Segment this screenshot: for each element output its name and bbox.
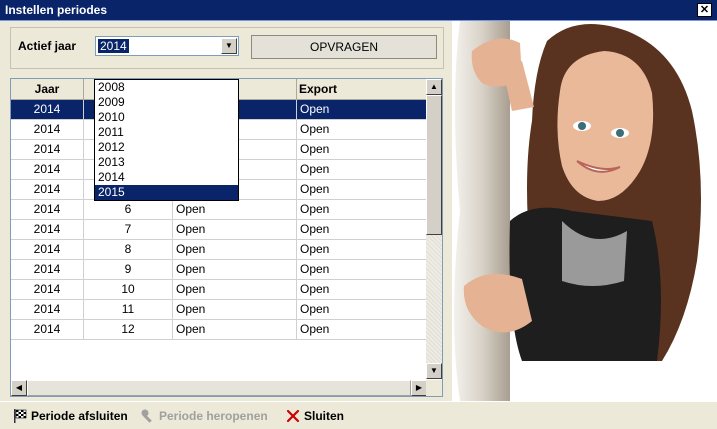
table-cell[interactable]: Open — [297, 320, 427, 340]
table-cell[interactable]: 12 — [84, 320, 173, 340]
table-cell[interactable]: Open — [173, 240, 297, 260]
arrow-left-icon: ◀ — [15, 383, 23, 392]
window-title: Instellen periodes — [5, 3, 108, 17]
table-cell[interactable]: Open — [173, 300, 297, 320]
table-cell[interactable]: 2014 — [11, 120, 84, 140]
window-client: Actief jaar 2014 ▼ OPVRAGEN Jaar Export 2… — [0, 21, 717, 401]
dropdown-option[interactable]: 2015 — [95, 185, 238, 200]
table-row[interactable]: 2014 9 Open Open — [11, 260, 427, 280]
woman-behind-wall-illustration — [452, 21, 717, 401]
vertical-scrollbar[interactable]: ▲ ▼ — [426, 79, 442, 379]
table-cell[interactable]: 2014 — [11, 300, 84, 320]
horizontal-scroll-thumb[interactable] — [27, 380, 411, 396]
table-row[interactable]: 2014 7 Open Open — [11, 220, 427, 240]
chevron-down-icon: ▼ — [225, 41, 233, 50]
table-row[interactable]: 2014 11 Open Open — [11, 300, 427, 320]
table-cell[interactable]: Open — [173, 220, 297, 240]
close-icon: ✕ — [699, 4, 710, 16]
table-cell[interactable]: Open — [297, 260, 427, 280]
table-cell[interactable]: Open — [297, 120, 427, 140]
active-year-label: Actief jaar — [18, 39, 77, 53]
arrow-up-icon: ▲ — [430, 82, 438, 91]
active-year-select[interactable]: 2014 ▼ — [95, 36, 239, 56]
horizontal-scrollbar[interactable]: ◀ ▶ — [11, 380, 427, 396]
table-cell[interactable]: 2014 — [11, 240, 84, 260]
vertical-scroll-thumb[interactable] — [426, 95, 442, 235]
close-label: Sluiten — [304, 409, 345, 423]
scroll-left-button[interactable]: ◀ — [11, 380, 27, 396]
active-year-value: 2014 — [98, 39, 129, 53]
dropdown-option[interactable]: 2012 — [95, 140, 238, 155]
scroll-up-button[interactable]: ▲ — [426, 79, 442, 95]
table-cell[interactable]: Open — [297, 160, 427, 180]
table-cell[interactable]: 2014 — [11, 200, 84, 220]
table-cell[interactable]: 2014 — [11, 100, 84, 120]
close-button[interactable]: Sluiten — [285, 408, 345, 424]
scrollbar-corner — [426, 380, 442, 396]
table-cell[interactable]: 2014 — [11, 220, 84, 240]
title-bar: Instellen periodes ✕ — [0, 0, 717, 21]
bottom-toolbar: Periode afsluiten Periode heropenen Slui… — [0, 401, 717, 429]
query-button[interactable]: OPVRAGEN — [251, 35, 437, 59]
table-cell[interactable]: 8 — [84, 240, 173, 260]
table-cell[interactable]: Open — [297, 100, 427, 120]
table-cell[interactable]: 7 — [84, 220, 173, 240]
table-cell[interactable]: 11 — [84, 300, 173, 320]
table-cell[interactable]: Open — [173, 260, 297, 280]
dropdown-option[interactable]: 2013 — [95, 155, 238, 170]
table-cell[interactable]: Open — [173, 320, 297, 340]
close-period-label: Periode afsluiten — [31, 409, 128, 423]
table-row[interactable]: 2014 6 Open Open — [11, 200, 427, 220]
table-cell[interactable]: Open — [297, 220, 427, 240]
column-header[interactable]: Jaar — [11, 79, 84, 100]
dropdown-option[interactable]: 2008 — [95, 80, 238, 95]
red-x-icon — [286, 409, 300, 423]
window-close-button[interactable]: ✕ — [697, 3, 712, 17]
scroll-down-button[interactable]: ▼ — [426, 363, 442, 379]
table-cell[interactable]: 10 — [84, 280, 173, 300]
left-pane: Actief jaar 2014 ▼ OPVRAGEN Jaar Export 2… — [0, 21, 452, 401]
arrow-right-icon: ▶ — [415, 383, 423, 392]
table-cell[interactable]: Open — [297, 300, 427, 320]
dropdown-option[interactable]: 2010 — [95, 110, 238, 125]
dropdown-option[interactable]: 2009 — [95, 95, 238, 110]
table-cell[interactable]: 6 — [84, 200, 173, 220]
table-cell[interactable]: Open — [297, 140, 427, 160]
table-cell[interactable]: 2014 — [11, 320, 84, 340]
dropdown-option[interactable]: 2011 — [95, 125, 238, 140]
table-cell[interactable]: Open — [173, 200, 297, 220]
year-filter-panel: Actief jaar 2014 ▼ OPVRAGEN — [10, 27, 444, 69]
table-cell[interactable]: 2014 — [11, 280, 84, 300]
table-cell[interactable]: Open — [297, 280, 427, 300]
reopen-period-label: Periode heropenen — [159, 409, 268, 423]
table-row[interactable]: 2014 10 Open Open — [11, 280, 427, 300]
table-cell[interactable]: Open — [297, 200, 427, 220]
table-cell[interactable]: Open — [173, 280, 297, 300]
scroll-right-button[interactable]: ▶ — [411, 380, 427, 396]
column-header[interactable]: Export — [297, 79, 427, 100]
year-dropdown-list[interactable]: 2008 2009 2010 2011 2012 2013 2014 2015 — [94, 79, 239, 201]
dropdown-option[interactable]: 2014 — [95, 170, 238, 185]
arrow-down-icon: ▼ — [430, 366, 438, 375]
promo-image — [452, 21, 717, 401]
table-cell[interactable]: 2014 — [11, 180, 84, 200]
checkered-flag-icon — [14, 409, 27, 423]
table-cell[interactable]: 2014 — [11, 160, 84, 180]
dropdown-arrow-button[interactable]: ▼ — [221, 38, 237, 54]
table-cell[interactable]: 2014 — [11, 260, 84, 280]
table-row[interactable]: 2014 8 Open Open — [11, 240, 427, 260]
table-cell[interactable]: 2014 — [11, 140, 84, 160]
reopen-period-button[interactable]: Periode heropenen — [140, 408, 272, 424]
table-cell[interactable]: 9 — [84, 260, 173, 280]
table-cell[interactable]: Open — [297, 240, 427, 260]
table-row[interactable]: 2014 12 Open Open — [11, 320, 427, 340]
table-cell[interactable]: Open — [297, 180, 427, 200]
wrench-icon — [141, 409, 152, 423]
close-period-button[interactable]: Periode afsluiten — [12, 408, 130, 424]
